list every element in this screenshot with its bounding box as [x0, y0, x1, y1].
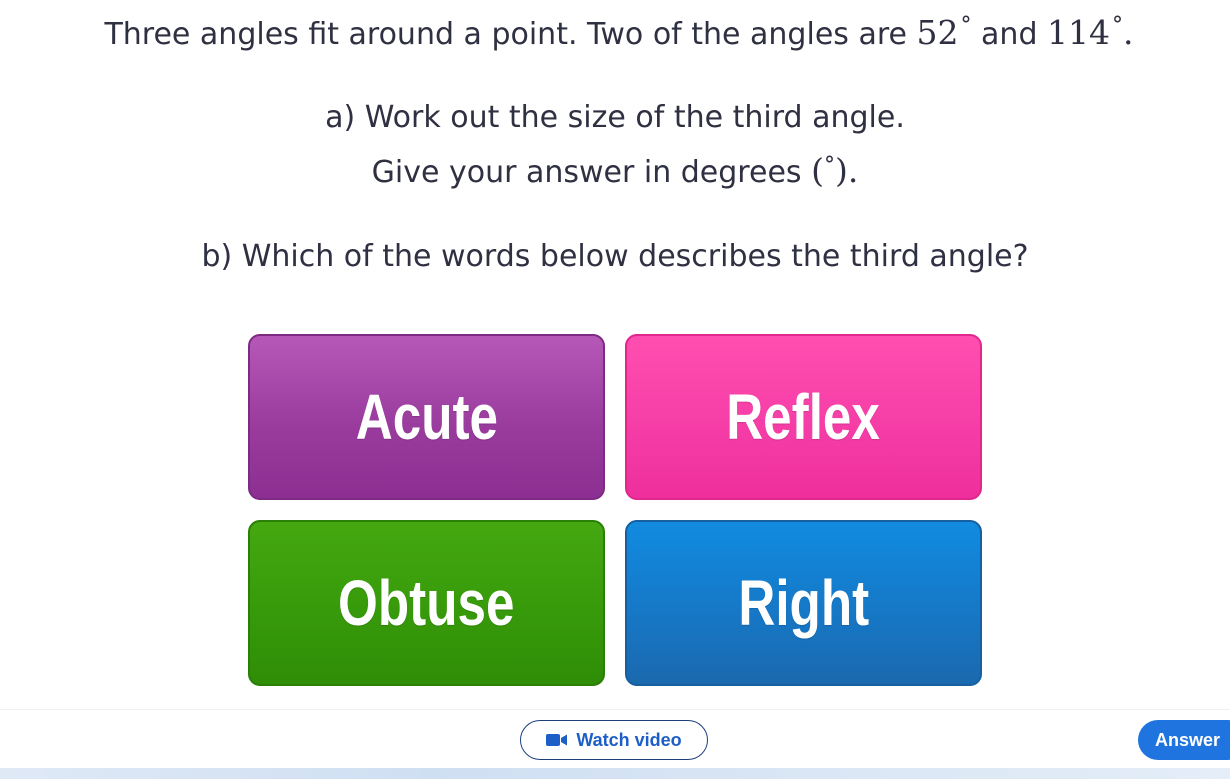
option-reflex-label: Reflex	[726, 381, 881, 453]
option-right-button[interactable]: Right	[625, 520, 982, 686]
and-text: and	[981, 17, 1038, 52]
part-a-units: Give your answer in degrees (°).	[0, 146, 1230, 193]
option-acute-label: Acute	[355, 381, 498, 453]
bottom-progress-bar	[0, 768, 1230, 779]
units-text: Give your answer in degrees	[371, 155, 802, 190]
watch-video-label: Watch video	[576, 729, 682, 750]
degree-symbol: °	[1112, 13, 1124, 38]
angle-52: 52	[916, 13, 959, 52]
open-paren: (	[811, 151, 824, 190]
option-acute-button[interactable]: Acute	[248, 334, 605, 500]
question-intro: Three angles fit around a point. Two of …	[4, 6, 1230, 55]
answer-button-label: Answer	[1155, 729, 1221, 750]
angle-114: 114	[1047, 13, 1111, 52]
option-obtuse-label: Obtuse	[338, 567, 515, 639]
close-paren: ).	[834, 151, 859, 190]
video-camera-icon	[546, 733, 568, 747]
end-period: .	[1123, 13, 1134, 52]
footer-divider	[0, 709, 1230, 710]
option-reflex-button[interactable]: Reflex	[625, 334, 982, 500]
intro-text: Three angles fit around a point. Two of …	[104, 17, 907, 52]
degree-symbol: °	[823, 153, 835, 178]
option-right-label: Right	[738, 567, 869, 639]
part-a-instruction: a) Work out the size of the third angle.	[325, 100, 905, 135]
units-degree: (°).	[811, 151, 858, 190]
watch-video-button[interactable]: Watch video	[520, 720, 708, 760]
option-obtuse-button[interactable]: Obtuse	[248, 520, 605, 686]
degree-symbol: °	[960, 13, 972, 38]
answer-button[interactable]: Answer	[1138, 720, 1230, 760]
part-b-question: b) Which of the words below describes th…	[201, 239, 1029, 274]
